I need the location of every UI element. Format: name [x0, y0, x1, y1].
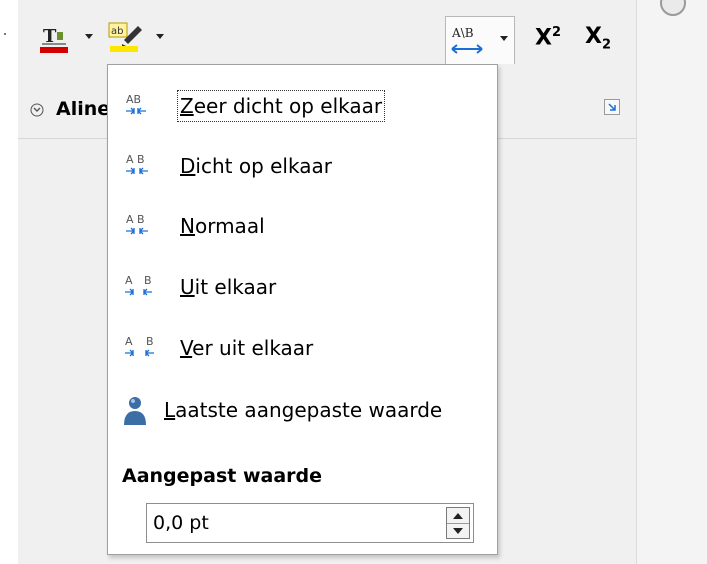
menu-item-loose[interactable]: A B Uit elkaar	[108, 262, 497, 314]
menu-item-label: Dicht op elkaar	[180, 154, 332, 178]
svg-text:B: B	[144, 274, 152, 287]
menu-item-label: Ver uit elkaar	[180, 336, 314, 360]
menu-item-label: Zeer dicht op elkaar	[176, 90, 386, 122]
svg-text:A: A	[125, 335, 133, 348]
deck-tab-strip	[637, 0, 707, 564]
spin-up-button[interactable]	[447, 508, 469, 524]
subscript-icon: X2	[584, 23, 611, 53]
section-title: Aline	[56, 98, 111, 120]
svg-text:A: A	[125, 274, 133, 287]
font-color-dropdown-arrow[interactable]	[85, 34, 93, 39]
svg-text:A B: A B	[126, 213, 145, 226]
character-spacing-icon: A\B	[451, 26, 483, 54]
highlight-button[interactable]: ab	[104, 16, 148, 58]
menu-item-label: Normaal	[180, 214, 265, 238]
menu-item-last-custom[interactable]: Laatste aangepaste waarde	[108, 385, 497, 437]
menu-item-label: Laatste aangepaste waarde	[164, 398, 443, 422]
person-icon	[124, 397, 146, 425]
menu-item-very-tight[interactable]: AB Zeer dicht op elkaar	[108, 81, 497, 133]
menu-item-normal[interactable]: A B Normaal	[108, 201, 497, 253]
loose-spacing-icon: A B	[125, 274, 152, 296]
more-options-icon[interactable]	[604, 99, 620, 115]
svg-text:AB: AB	[126, 93, 141, 106]
superscript-button[interactable]: X2	[528, 18, 568, 58]
custom-value-heading: Aangepast waarde	[122, 465, 323, 487]
subscript-button[interactable]: X2	[578, 18, 618, 58]
highlight-dropdown-arrow[interactable]	[156, 34, 164, 39]
character-spacing-button[interactable]: A\B	[445, 16, 515, 64]
svg-text:B: B	[146, 335, 154, 348]
normal-spacing-icon: A B	[126, 213, 148, 235]
character-spacing-popup: AB Zeer dicht op elkaar A B Dicht op elk…	[107, 64, 498, 555]
menu-item-tight[interactable]: A B Dicht op elkaar	[108, 141, 497, 193]
triangle-up-icon	[453, 512, 463, 519]
spin-down-button[interactable]	[447, 523, 469, 538]
character-spacing-dropdown-arrow[interactable]	[500, 36, 508, 41]
superscript-icon: X2	[534, 25, 561, 51]
custom-spacing-value[interactable]: 0,0 pt	[153, 511, 209, 535]
font-color-button[interactable]: T	[34, 18, 74, 58]
tight-spacing-icon: A B	[126, 153, 148, 175]
svg-text:ab: ab	[111, 26, 123, 37]
svg-text:A B: A B	[126, 153, 145, 166]
custom-spacing-spinbox[interactable]: 0,0 pt	[146, 503, 474, 543]
svg-text:A\B: A\B	[451, 26, 474, 40]
menu-item-very-loose[interactable]: A B Ver uit elkaar	[108, 323, 497, 375]
triangle-down-icon	[453, 527, 463, 534]
divider-dot	[4, 33, 6, 35]
spin-buttons	[446, 507, 470, 539]
collapse-chevron-icon	[30, 103, 44, 117]
very-loose-spacing-icon: A B	[125, 335, 154, 357]
menu-item-label: Uit elkaar	[180, 275, 277, 299]
very-tight-spacing-icon: AB	[126, 93, 146, 115]
font-color-icon: T	[40, 26, 68, 53]
highlighter-icon: ab	[108, 22, 142, 52]
